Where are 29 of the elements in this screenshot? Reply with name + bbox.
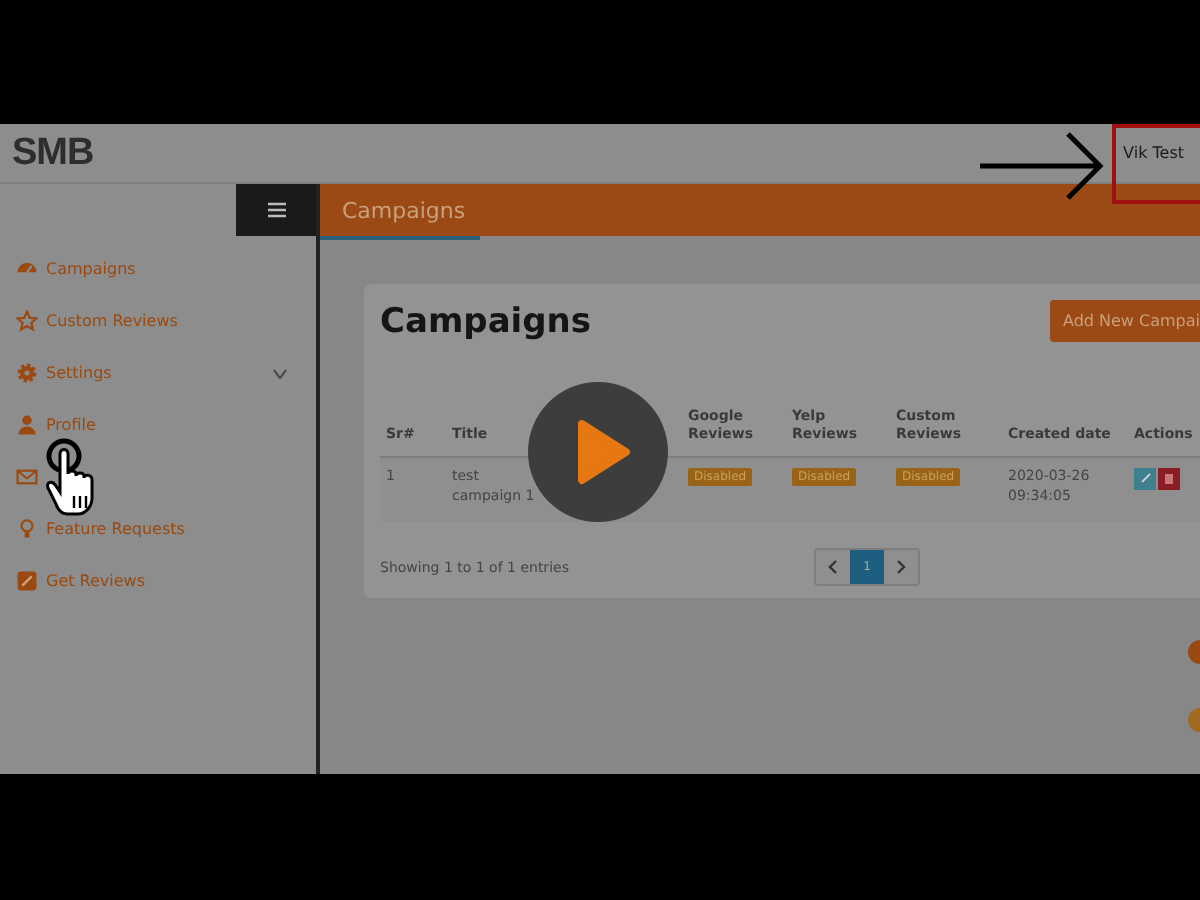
sidebar-item[interactable]: Feature Requests — [0, 514, 316, 544]
mail-icon — [16, 466, 38, 488]
next-page-button[interactable] — [884, 550, 918, 585]
sidebar-item[interactable]: Get Reviews — [0, 566, 316, 596]
edit-button[interactable] — [1134, 467, 1156, 490]
page-title: Campaigns — [342, 197, 466, 223]
chevron-right-icon — [896, 560, 906, 575]
person-icon — [16, 414, 38, 436]
user-name[interactable]: Vik Test — [1119, 144, 1188, 162]
star-icon — [16, 310, 38, 332]
pencil-icon — [1139, 472, 1151, 485]
bulb-icon — [16, 518, 38, 540]
pencil-icon — [16, 570, 38, 592]
sidebar-item[interactable]: Settings — [0, 358, 316, 388]
logo: SMB — [12, 131, 94, 175]
menu-button[interactable] — [236, 184, 316, 236]
gear-icon — [16, 362, 38, 384]
trash-icon — [1164, 472, 1174, 485]
sidebar-item[interactable]: Custom Reviews — [0, 306, 316, 336]
highlight-frame — [1112, 124, 1200, 204]
menu-icon — [267, 202, 285, 218]
play-button[interactable] — [526, 380, 670, 524]
delete-button[interactable] — [1158, 467, 1180, 490]
add-button[interactable]: Add New Campai — [1050, 299, 1200, 341]
card-title: Campaigns — [380, 300, 592, 342]
previous-page-button[interactable] — [816, 550, 850, 585]
sidebar-item[interactable]: Campaigns — [0, 254, 316, 284]
sidebar-item[interactable]: Profile — [0, 410, 316, 440]
chevron-left-icon — [828, 560, 838, 575]
